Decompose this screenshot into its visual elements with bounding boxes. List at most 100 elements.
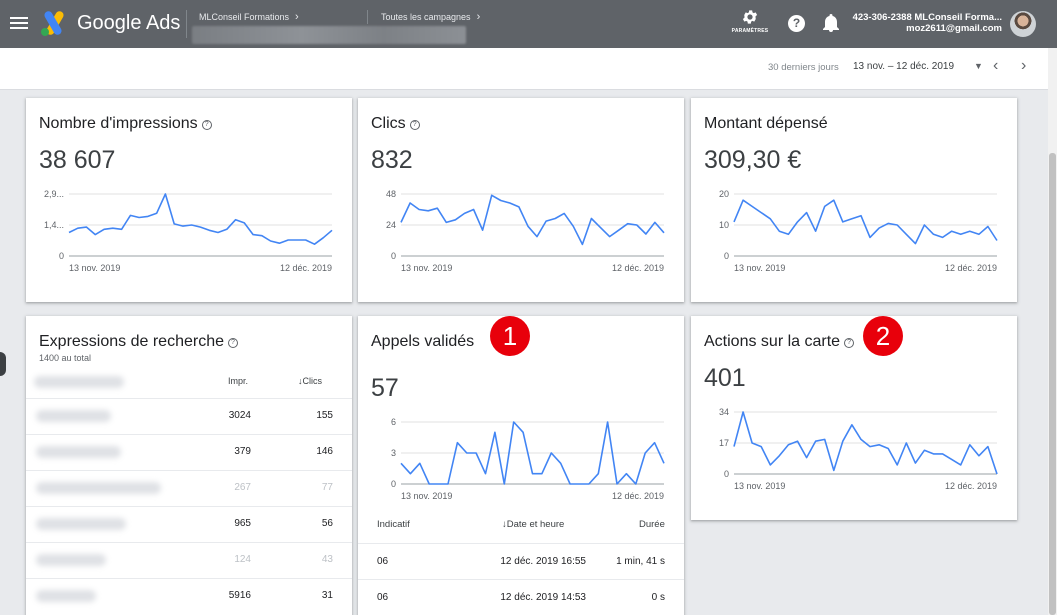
- card-title: Expressions de recherche?: [39, 333, 238, 351]
- map-actions-value: 401: [704, 364, 746, 392]
- redacted-term[interactable]: [36, 518, 126, 530]
- campaigns-breadcrumb[interactable]: Toutes les campagnes ›: [381, 11, 480, 23]
- y-tick-label: 48: [386, 189, 396, 199]
- redacted-term[interactable]: [36, 590, 96, 602]
- y-tick-label: 20: [719, 189, 729, 199]
- clicks-cell: 43: [321, 554, 333, 565]
- x-tick-label: 12 déc. 2019: [280, 263, 332, 273]
- x-tick-label: 12 déc. 2019: [612, 491, 664, 501]
- impressions-chart[interactable]: 0 1,4... 2,9... 13 nov. 2019 12 déc. 2019: [26, 186, 352, 278]
- row-divider: [26, 434, 352, 435]
- divider: [186, 10, 187, 38]
- clicks-value: 832: [371, 146, 413, 174]
- redacted-term[interactable]: [36, 446, 121, 458]
- chevron-right-icon: ›: [476, 11, 481, 23]
- x-tick-label: 13 nov. 2019: [734, 263, 785, 273]
- impressions-cell: 5916: [228, 590, 251, 601]
- y-tick-label: 1,4...: [44, 220, 64, 230]
- y-tick-label: 34: [719, 407, 729, 417]
- redacted-term[interactable]: [36, 554, 106, 566]
- date-cell: 12 déc. 2019 14:53: [500, 592, 586, 603]
- card-title: Montant dépensé: [704, 115, 828, 132]
- calls-card[interactable]: Appels validés 1 57 0 3 6 13 nov. 2019 12 dé…: [358, 316, 684, 615]
- impressions-cell: 965: [234, 518, 251, 529]
- date-range-value[interactable]: 13 nov. – 12 déc. 2019: [853, 61, 954, 72]
- map-actions-chart[interactable]: 0 17 34 13 nov. 2019 12 déc. 2019: [691, 404, 1017, 496]
- x-tick-label: 12 déc. 2019: [945, 263, 997, 273]
- search-terms-total: 1400 au total: [39, 353, 92, 363]
- brand-name: Google Ads: [77, 12, 181, 34]
- avatar[interactable]: [1010, 11, 1036, 37]
- chevron-right-icon[interactable]: ›: [1021, 57, 1026, 75]
- redacted-term: [34, 376, 124, 388]
- x-tick-label: 12 déc. 2019: [945, 481, 997, 491]
- y-tick-label: 3: [391, 448, 396, 458]
- settings-button[interactable]: PARAMÈTRES: [728, 8, 772, 34]
- impressions-cell: 379: [234, 446, 251, 457]
- series-line[interactable]: [733, 199, 998, 245]
- y-tick-label: 2,9...: [44, 189, 64, 199]
- column-header-impressions[interactable]: Impr.: [228, 376, 248, 386]
- side-panel-handle[interactable]: [0, 352, 6, 376]
- redacted-account-path: [192, 26, 466, 44]
- impressions-card[interactable]: Nombre d'impressions? 38 607 0 1,4... 2,9.…: [26, 98, 352, 302]
- row-divider: [26, 542, 352, 543]
- help-circle-icon[interactable]: ?: [409, 120, 420, 130]
- impressions-cell: 3024: [228, 410, 251, 421]
- clicks-card[interactable]: Clics? 832 0 24 48 13 nov. 2019 12 déc. 2019: [358, 98, 684, 302]
- date-cell: 12 déc. 2019 16:55: [500, 556, 586, 567]
- clicks-chart[interactable]: 0 24 48 13 nov. 2019 12 déc. 2019: [358, 186, 684, 278]
- clicks-cell: 77: [321, 482, 333, 493]
- x-tick-label: 12 déc. 2019: [612, 263, 664, 273]
- divider: [367, 10, 368, 24]
- row-divider: [26, 470, 352, 471]
- help-circle-icon[interactable]: ?: [844, 338, 855, 348]
- help-circle-icon[interactable]: ?: [227, 338, 238, 348]
- map-actions-card[interactable]: Actions sur la carte? 2 401 0 17 34 13 nov.…: [691, 316, 1017, 520]
- cost-card[interactable]: Montant dépensé 309,30 € 0 10 20 13 nov. 20…: [691, 98, 1017, 302]
- annotation-badge-2: 2: [863, 316, 903, 356]
- redacted-term[interactable]: [36, 482, 161, 494]
- duration-cell: 1 min, 41 s: [616, 556, 665, 567]
- row-divider: [26, 578, 352, 579]
- google-ads-logo[interactable]: [40, 11, 68, 37]
- calls-chart[interactable]: 0 3 6 13 nov. 2019 12 déc. 2019: [358, 414, 684, 506]
- gear-icon: [742, 10, 758, 24]
- row-divider: [26, 506, 352, 507]
- column-header-duration[interactable]: Durée: [639, 519, 665, 530]
- account-breadcrumb[interactable]: MLConseil Formations ›: [199, 11, 299, 23]
- x-tick-label: 13 nov. 2019: [401, 263, 452, 273]
- top-app-bar: Google Ads MLConseil Formations › Toutes …: [0, 0, 1057, 48]
- duration-cell: 0 s: [651, 592, 665, 603]
- y-tick-label: 24: [386, 220, 396, 230]
- x-tick-label: 13 nov. 2019: [734, 481, 785, 491]
- account-name[interactable]: 423-306-2388 MLConseil Forma...: [853, 12, 1002, 23]
- account-email[interactable]: moz2611@gmail.com: [906, 23, 1002, 34]
- redacted-term[interactable]: [36, 410, 111, 422]
- scrollbar[interactable]: [1048, 48, 1057, 615]
- row-divider: [358, 579, 684, 580]
- annotation-badge-1: 1: [490, 316, 530, 356]
- series-line[interactable]: [400, 194, 665, 246]
- caret-down-icon[interactable]: ▼: [974, 61, 983, 71]
- chevron-left-icon[interactable]: ‹: [993, 57, 998, 75]
- y-tick-label: 6: [391, 417, 396, 427]
- column-header-code[interactable]: Indicatif: [377, 519, 410, 530]
- notifications-bell-icon[interactable]: [823, 14, 839, 32]
- series-line[interactable]: [68, 193, 333, 246]
- y-tick-label: 0: [724, 469, 729, 479]
- date-range-bar: 30 derniers jours 13 nov. – 12 déc. 2019…: [0, 48, 1048, 90]
- date-range-label: 30 derniers jours: [768, 62, 839, 73]
- scrollbar-thumb[interactable]: [1049, 153, 1056, 615]
- column-header-date[interactable]: ↓Date et heure: [502, 519, 564, 530]
- code-cell: 06: [377, 592, 389, 603]
- help-icon[interactable]: ?: [788, 15, 805, 32]
- menu-icon[interactable]: [10, 14, 28, 34]
- y-tick-label: 0: [724, 251, 729, 261]
- row-divider: [26, 398, 352, 399]
- search-terms-card[interactable]: Expressions de recherche? 1400 au total …: [26, 316, 352, 615]
- help-circle-icon[interactable]: ?: [201, 120, 212, 130]
- card-title: Appels validés: [371, 333, 475, 350]
- cost-chart[interactable]: 0 10 20 13 nov. 2019 12 déc. 2019: [691, 186, 1017, 278]
- column-header-clicks[interactable]: ↓Clics: [298, 376, 322, 386]
